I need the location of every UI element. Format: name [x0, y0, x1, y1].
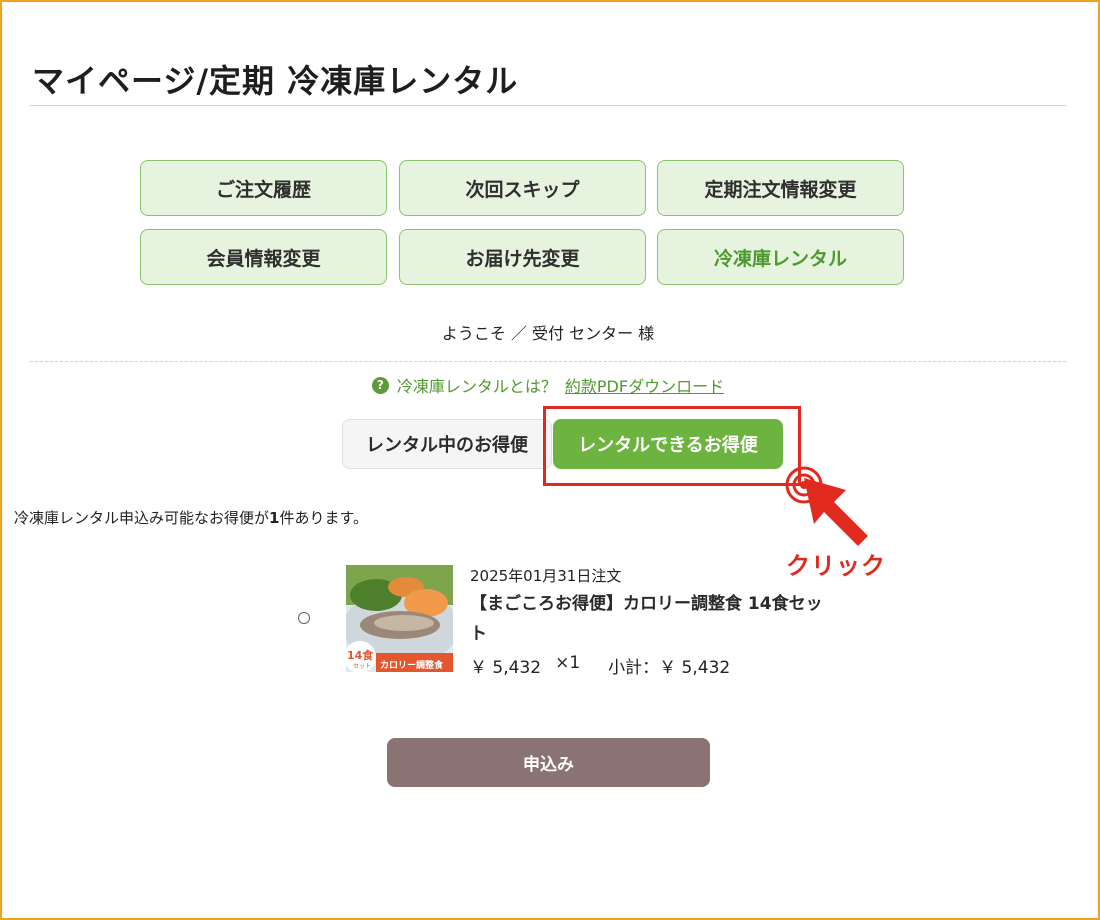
item-select-radio[interactable] — [298, 612, 310, 624]
count-prefix: 冷凍庫レンタル申込み可能なお得便が — [14, 509, 270, 527]
title-divider — [30, 105, 1066, 106]
product-name: 【まごころお得便】カロリー調整食 14食セット — [470, 594, 823, 644]
info-line: ? 冷凍庫レンタルとは？ 約款PDFダウンロード — [0, 373, 1096, 397]
welcome-message: ようこそ ／ 受付 センター 様 — [441, 324, 655, 343]
nav-delivery-address-button[interactable]: お届け先変更 — [399, 229, 646, 285]
click-annotation-label: クリック — [786, 552, 886, 580]
section-divider — [30, 361, 1066, 362]
order-date: 2025年01月31日注文 — [470, 567, 622, 585]
available-count-text: 冷凍庫レンタル申込み可能なお得便が1件あります。 — [14, 507, 368, 528]
quantity: ×1 — [555, 653, 581, 673]
highlight-box — [543, 406, 801, 486]
product-badge-sub: セット — [353, 663, 372, 670]
apply-button[interactable]: 申込み — [387, 738, 710, 787]
nav-member-info-button[interactable]: 会員情報変更 — [140, 229, 387, 285]
count-suffix: 件あります。 — [279, 509, 368, 527]
product-image: 14食 セット カロリー調整食 — [346, 565, 453, 672]
nav-skip-next-button[interactable]: 次回スキップ — [399, 160, 646, 216]
subtotal: 小計：￥ 5,432 — [608, 658, 731, 678]
count-value: 1 — [269, 509, 280, 527]
nav-subscription-change-button[interactable]: 定期注文情報変更 — [657, 160, 904, 216]
help-text: 冷凍庫レンタルとは？ — [396, 377, 557, 396]
price-line: ￥ 5,432 ×1 小計：￥ 5,432 — [470, 653, 730, 678]
question-circle-icon: ? — [371, 376, 389, 394]
nav-freezer-rental-button[interactable]: 冷凍庫レンタル — [657, 229, 904, 285]
cursor-arrow-icon — [804, 478, 868, 546]
terms-pdf-download-link[interactable]: 約款PDFダウンロード — [565, 373, 724, 397]
nav-order-history-button[interactable]: ご注文履歴 — [140, 160, 387, 216]
page-title: マイページ/定期 冷凍庫レンタル — [32, 62, 519, 100]
tab-renting-deals[interactable]: レンタル中のお得便 — [342, 419, 552, 469]
unit-price: ￥ 5,432 — [470, 658, 542, 678]
product-banner-text: カロリー調整食 — [380, 661, 444, 671]
